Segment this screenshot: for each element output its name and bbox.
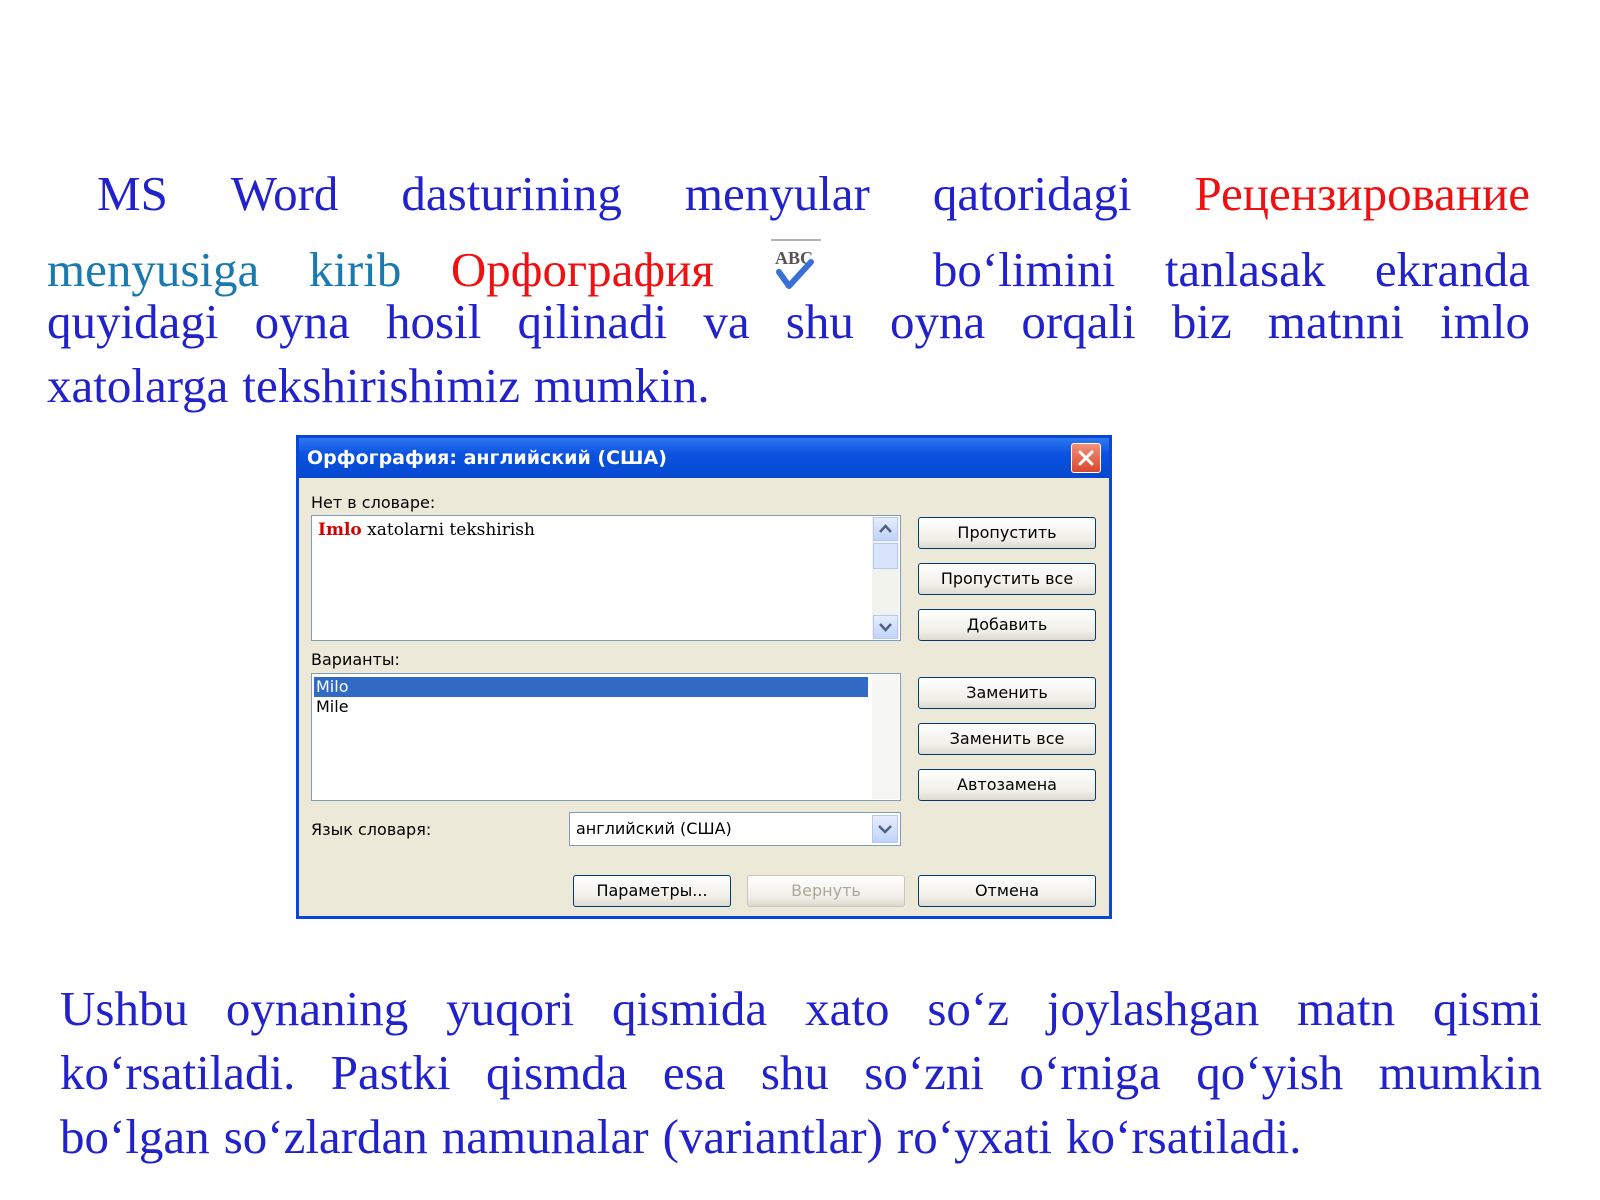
word: mumkin <box>1378 1045 1542 1100</box>
intro-line-2: menyusiga kirib Орфография ABC bo‘limini… <box>47 226 1530 297</box>
list-item[interactable]: Milo <box>314 677 868 697</box>
word: MS <box>97 166 168 221</box>
word: qismda <box>485 1045 628 1100</box>
explanation-line-3: bo‘lgan so‘zlardan namunalar (variantlar… <box>60 1105 1542 1169</box>
word: qo‘yish <box>1196 1045 1344 1100</box>
word: mumkin. <box>534 358 710 413</box>
replace-all-button[interactable]: Заменить все <box>918 723 1096 755</box>
word: xato <box>805 981 890 1036</box>
misspelled-word: Imlo <box>318 520 362 540</box>
not-in-dictionary-text: Imlo xatolarni tekshirish <box>318 520 535 540</box>
replace-button[interactable]: Заменить <box>918 677 1096 709</box>
word: ko‘rsatiladi. <box>1066 1109 1302 1164</box>
word: shu <box>785 294 854 349</box>
context-text: xatolarni tekshirish <box>361 520 535 540</box>
menu-name-highlight: Рецензирование <box>1194 166 1530 221</box>
word: qismida <box>612 981 768 1036</box>
word: o‘rniga <box>1019 1045 1161 1100</box>
dictionary-language-select[interactable]: английский (США) <box>569 812 901 846</box>
cancel-button[interactable]: Отмена <box>918 875 1096 907</box>
dictionary-language-label: Язык словаря: <box>311 820 432 839</box>
autocorrect-button[interactable]: Автозамена <box>918 769 1096 801</box>
chevron-down-icon <box>878 825 892 834</box>
word: orqali <box>1021 294 1136 349</box>
variants-list[interactable]: Milo Mile <box>311 673 901 801</box>
scrollbar[interactable] <box>872 517 899 639</box>
word: dasturining <box>401 166 622 221</box>
word: so‘z <box>927 981 1009 1036</box>
undo-button[interactable]: Вернуть <box>747 875 905 907</box>
intro-paragraph: MS Word dasturining menyular qatoridagi … <box>47 162 1530 418</box>
word: va <box>703 294 750 349</box>
word: so‘zlardan <box>223 1109 428 1164</box>
intro-line-1: MS Word dasturining menyular qatoridagi … <box>47 162 1530 226</box>
scroll-up-button[interactable] <box>873 517 898 541</box>
dropdown-button[interactable] <box>872 815 898 843</box>
word: qatoridagi <box>932 166 1132 221</box>
word: xatolarga <box>47 358 229 413</box>
close-icon <box>1078 450 1094 466</box>
abc-spellcheck-icon: ABC <box>763 236 823 296</box>
word: ko‘rsatiladi. <box>60 1045 296 1100</box>
word: hosil <box>386 294 482 349</box>
word: bo‘lgan <box>60 1109 210 1164</box>
word: joylashgan <box>1046 981 1260 1036</box>
not-in-dictionary-label: Нет в словаре: <box>311 493 436 512</box>
chevron-up-icon <box>879 524 892 533</box>
word: matn <box>1297 981 1396 1036</box>
chevron-down-icon <box>879 623 892 632</box>
word: qilinadi <box>517 294 668 349</box>
word: shu <box>760 1045 829 1100</box>
not-in-dictionary-textbox[interactable]: Imlo xatolarni tekshirish <box>311 515 901 641</box>
skip-all-button[interactable]: Пропустить все <box>918 563 1096 595</box>
scrollbar <box>872 675 899 799</box>
word: Ushbu <box>60 981 188 1036</box>
word: esa <box>662 1045 726 1100</box>
word: Word <box>230 166 339 221</box>
explanation-paragraph: Ushbu oynaning yuqori qismida xato so‘z … <box>60 977 1542 1169</box>
intro-line-3: quyidagi oyna hosil qilinadi va shu oyna… <box>47 290 1530 354</box>
word: namunalar <box>441 1109 649 1164</box>
word: imlo <box>1440 294 1530 349</box>
dialog-title: Орфография: английский (США) <box>307 447 667 469</box>
word: Pastki <box>330 1045 451 1100</box>
word: oyna <box>890 294 986 349</box>
word: (variantlar) <box>662 1109 883 1164</box>
skip-button[interactable]: Пропустить <box>918 517 1096 549</box>
word: biz <box>1171 294 1232 349</box>
word: oynaning <box>225 981 409 1036</box>
intro-line-4: xatolarga tekshirishimiz mumkin. <box>47 354 1530 418</box>
variants-label: Варианты: <box>311 650 400 669</box>
spelling-dialog: Орфография: английский (США) Нет в слова… <box>296 435 1112 919</box>
command-name-highlight: Орфография <box>450 242 714 297</box>
scroll-thumb[interactable] <box>873 543 898 569</box>
word: so‘zni <box>864 1045 985 1100</box>
word: quyidagi <box>47 294 219 349</box>
dictionary-language-value: английский (США) <box>576 819 732 838</box>
word: yuqori <box>446 981 575 1036</box>
dialog-titlebar[interactable]: Орфография: английский (США) <box>299 438 1109 478</box>
word: tekshirishimiz <box>242 358 521 413</box>
word: qismi <box>1433 981 1542 1036</box>
word: matnni <box>1267 294 1404 349</box>
explanation-line-2: ko‘rsatiladi. Pastki qismda esa shu so‘z… <box>60 1041 1542 1105</box>
explanation-line-1: Ushbu oynaning yuqori qismida xato so‘z … <box>60 977 1542 1041</box>
word: menyular <box>684 166 870 221</box>
close-button[interactable] <box>1071 443 1101 473</box>
list-item[interactable]: Mile <box>314 697 349 717</box>
word: oyna <box>254 294 350 349</box>
add-button[interactable]: Добавить <box>918 609 1096 641</box>
options-button[interactable]: Параметры... <box>573 875 731 907</box>
word: ro‘yxati <box>896 1109 1053 1164</box>
scroll-down-button[interactable] <box>873 615 898 639</box>
